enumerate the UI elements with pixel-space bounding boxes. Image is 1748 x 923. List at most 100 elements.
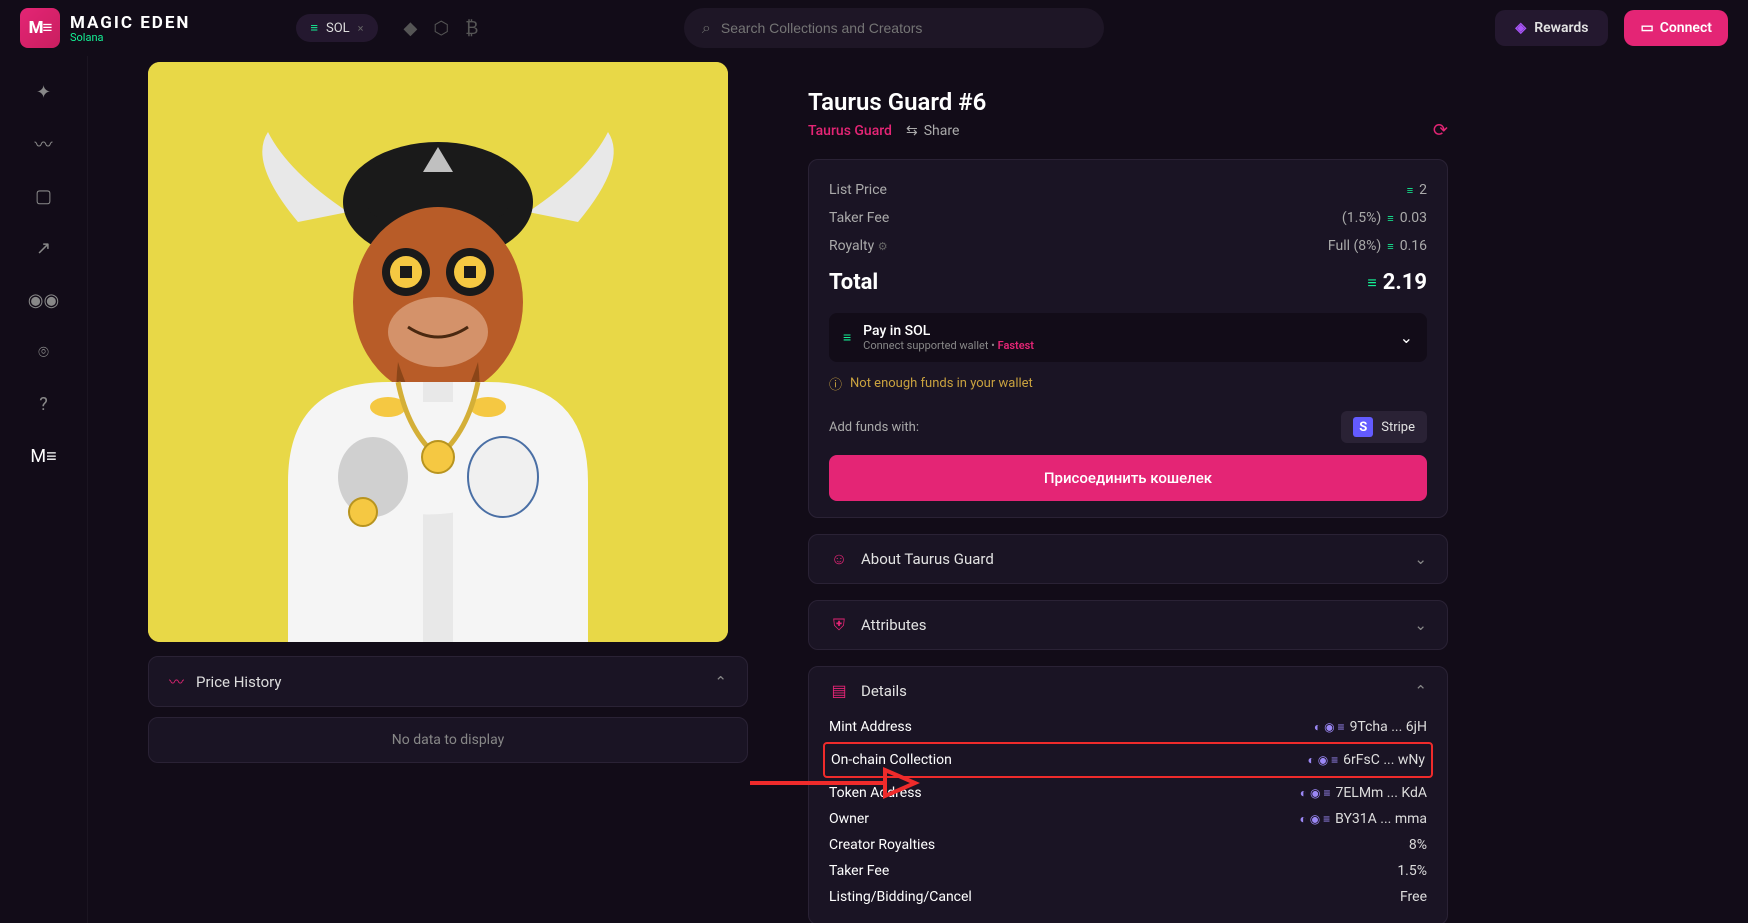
activity-icon[interactable]: 〰 (32, 132, 56, 156)
price-card: List Price ≡2 Taker Fee (1.5%) ≡0.03 Roy… (808, 159, 1448, 518)
solana-icon: ≡ (1407, 184, 1413, 197)
gear-icon[interactable]: ⚙ (878, 240, 888, 253)
document-icon: ▤ (829, 681, 849, 700)
chain-icons-row: ◆ ⬡ ₿ (404, 18, 479, 39)
nft-media-column: 〰 Price History ⌃ No data to display (148, 56, 748, 923)
detail-row-royalties: Creator Royalties 8% (829, 832, 1427, 858)
attributes-section[interactable]: ⛨ Attributes ⌄ (808, 600, 1448, 650)
stripe-button[interactable]: S Stripe (1341, 411, 1427, 443)
price-history-section[interactable]: 〰 Price History ⌃ (148, 656, 748, 707)
token-address[interactable]: 7ELMm ... KdA (1335, 785, 1427, 801)
about-label: About Taurus Guard (861, 550, 994, 568)
polygon-icon[interactable]: ⬡ (433, 18, 449, 39)
annotation-arrow (740, 758, 920, 808)
rewards-button[interactable]: ◈ Rewards (1495, 10, 1608, 46)
attributes-label: Attributes (861, 616, 927, 634)
badge-icon[interactable]: ⌾ (32, 340, 56, 364)
chain-selector[interactable]: ≡ SOL × (296, 14, 377, 42)
brand-name: MAGIC EDEN (70, 13, 190, 33)
person-icon: ☺ (829, 549, 849, 569)
taker-fee-pct: (1.5%) (1342, 210, 1381, 226)
logo-icon: M≡ (20, 8, 60, 48)
close-icon[interactable]: × (358, 22, 364, 35)
share-icon: ⇆ (906, 123, 918, 139)
pay-title: Pay in SOL (863, 323, 1387, 339)
solana-icon: ≡ (843, 329, 851, 346)
pay-method-selector[interactable]: ≡ Pay in SOL Connect supported wallet • … (829, 313, 1427, 362)
me-icon[interactable]: M≡ (32, 444, 56, 468)
wallet-icon: ▭ (1640, 20, 1653, 36)
clipboard-icon[interactable]: ▢ (32, 184, 56, 208)
taker-fee-label: Taker Fee (829, 210, 889, 226)
connect-label: Connect (1660, 20, 1712, 36)
ethereum-icon[interactable]: ◆ (404, 18, 418, 39)
nft-title: Taurus Guard #6 (808, 88, 1448, 116)
help-icon[interactable]: ? (32, 392, 56, 416)
taker-fee-value: 0.03 (1400, 210, 1427, 226)
bitcoin-icon[interactable]: ₿ (465, 18, 478, 39)
owner-address[interactable]: BY31A ... mma (1335, 811, 1427, 827)
top-bar: M≡ MAGIC EDEN Solana ≡ SOL × ◆ ⬡ ₿ ⌕ ◈ R… (0, 0, 1748, 56)
stripe-icon: S (1353, 417, 1373, 437)
about-section[interactable]: ☺ About Taurus Guard ⌄ (808, 534, 1448, 584)
total-label: Total (829, 270, 878, 295)
share-label: Share (924, 123, 960, 139)
detail-row-mint: Mint Address ◐ ◉ ≡9Tcha ... 6jH (829, 714, 1427, 740)
detail-row-owner: Owner ◐ ◉ ≡BY31A ... mma (829, 806, 1427, 832)
listing-value: Free (1400, 889, 1427, 905)
solana-icon: ≡ (1387, 240, 1393, 253)
chain-label: SOL (326, 21, 350, 36)
chart-icon: 〰 (169, 671, 184, 692)
mint-address[interactable]: 9Tcha ... 6jH (1350, 719, 1427, 735)
onchain-collection[interactable]: 6rFsC ... wNy (1343, 752, 1425, 768)
no-data-message: No data to display (148, 717, 748, 763)
warning-text: Not enough funds in your wallet (850, 376, 1033, 391)
explorer-icons[interactable]: ◐ ◉ ≡ (1299, 812, 1330, 826)
solana-icon: ≡ (1367, 273, 1376, 293)
connect-wallet-button[interactable]: ▭ Connect (1624, 10, 1728, 46)
share-button[interactable]: ⇆ Share (906, 123, 959, 139)
details-header[interactable]: ▤ Details ⌃ (809, 667, 1447, 714)
shield-icon: ⛨ (829, 615, 849, 635)
refresh-icon[interactable]: ⟳ (1433, 120, 1448, 141)
rocket-icon[interactable]: ↗ (32, 236, 56, 260)
chevron-up-icon: ⌃ (1414, 682, 1427, 700)
nft-illustration (148, 62, 728, 642)
stripe-label: Stripe (1381, 420, 1415, 435)
royalty-pct: Full (8%) (1328, 238, 1381, 254)
chevron-up-icon: ⌃ (714, 673, 727, 691)
royalties-value: 8% (1409, 837, 1427, 853)
search-icon: ⌕ (702, 18, 711, 38)
total-value: 2.19 (1383, 270, 1427, 295)
rewards-label: Rewards (1534, 20, 1588, 36)
solana-icon: ≡ (1387, 212, 1393, 225)
takerfee-value: 1.5% (1397, 863, 1427, 879)
chevron-down-icon: ⌄ (1400, 328, 1413, 347)
explorer-icons[interactable]: ◐ ◉ ≡ (1300, 786, 1331, 800)
explorer-icons[interactable]: ◐ ◉ ≡ (1314, 720, 1345, 734)
pay-subtitle: Connect supported wallet • Fastest (863, 339, 1387, 352)
connect-wallet-button[interactable]: Присоединить кошелек (829, 455, 1427, 501)
list-price-value: 2 (1419, 182, 1427, 198)
search-bar[interactable]: ⌕ (684, 8, 1104, 48)
nft-image[interactable] (148, 62, 728, 642)
detail-row-takerfee: Taker Fee 1.5% (829, 858, 1427, 884)
royalty-value: 0.16 (1400, 238, 1427, 254)
gamepad-icon[interactable]: ◉◉ (32, 288, 56, 312)
details-label: Details (861, 682, 907, 700)
chevron-down-icon: ⌄ (1414, 550, 1427, 568)
sidebar: ✦ 〰 ▢ ↗ ◉◉ ⌾ ? M≡ (0, 56, 88, 923)
explorer-icons[interactable]: ◐ ◉ ≡ (1307, 753, 1338, 767)
logo[interactable]: M≡ MAGIC EDEN Solana (20, 8, 190, 48)
detail-row-listing: Listing/Bidding/Cancel Free (829, 884, 1427, 910)
diamond-icon: ◈ (1515, 20, 1526, 36)
insufficient-funds-warning: ⓘ Not enough funds in your wallet (829, 374, 1427, 393)
search-input[interactable] (721, 20, 1086, 36)
add-funds-label: Add funds with: (829, 420, 919, 435)
price-history-label: Price History (196, 673, 281, 691)
sparkle-icon[interactable]: ✦ (32, 80, 56, 104)
collection-link[interactable]: Taurus Guard (808, 123, 892, 139)
warning-icon: ⓘ (829, 374, 842, 393)
list-price-label: List Price (829, 182, 887, 198)
detail-row-onchain: On-chain Collection ◐ ◉ ≡6rFsC ... wNy (831, 747, 1425, 773)
